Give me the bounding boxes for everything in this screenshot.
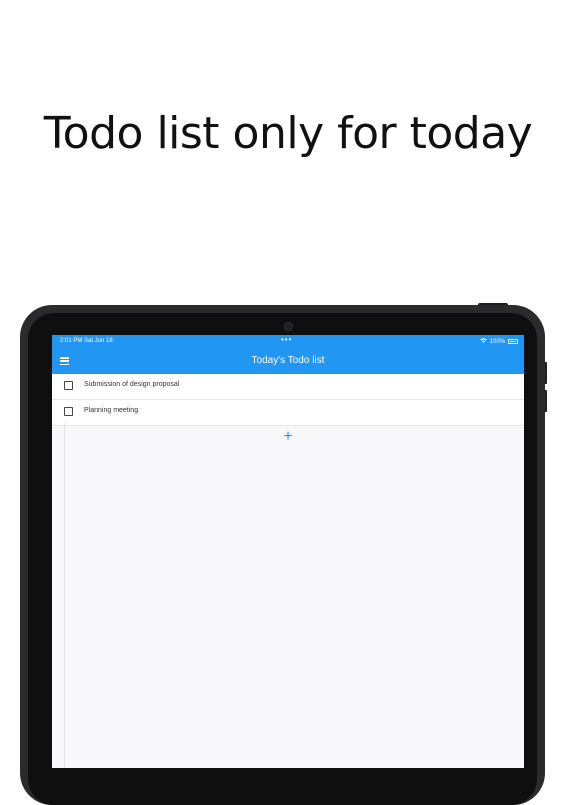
divider xyxy=(64,423,65,768)
multitasking-dots-icon[interactable]: ••• xyxy=(281,335,292,344)
todo-label: Submission of design proposal xyxy=(84,381,180,388)
battery-percent: 100% xyxy=(489,338,505,345)
status-time: 2:01 PM Sat Jun 18 xyxy=(60,338,113,344)
headline: Todo list only for today xyxy=(43,108,533,159)
list-item[interactable]: Submission of design proposal xyxy=(52,374,524,400)
todo-checkbox[interactable] xyxy=(64,407,73,416)
page-title: Today's Todo list xyxy=(251,355,325,366)
todo-label: Planning meeting xyxy=(84,407,139,414)
battery-icon xyxy=(508,339,518,344)
status-right: 100% xyxy=(479,338,518,345)
app-bar: Today's Todo list xyxy=(52,348,524,374)
camera-icon xyxy=(284,322,293,331)
todo-checkbox[interactable] xyxy=(64,381,73,390)
status-bar: 2:01 PM Sat Jun 18 ••• 100% xyxy=(52,335,524,348)
add-todo-button[interactable]: + xyxy=(281,429,295,445)
app-screen: 2:01 PM Sat Jun 18 ••• 100% Today's Todo… xyxy=(52,335,524,768)
todo-list: Submission of design proposal Planning m… xyxy=(52,374,524,426)
wifi-icon xyxy=(479,338,487,345)
list-item[interactable]: Planning meeting xyxy=(52,400,524,426)
